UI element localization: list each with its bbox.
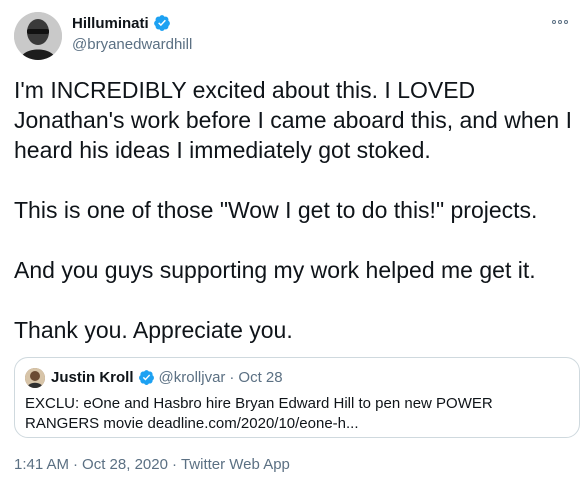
tweet-time[interactable]: 1:41 AM (14, 456, 69, 473)
verified-badge-icon (153, 15, 170, 31)
tweet-footer: 1:41 AM · Oct 28, 2020 · Twitter Web App (14, 456, 290, 473)
quoted-handle: @krolljvar (158, 369, 226, 386)
more-dot-icon (564, 20, 568, 24)
verified-badge-icon (138, 370, 154, 385)
avatar-portrait-icon (14, 12, 62, 60)
author-name-row[interactable]: Hilluminati (72, 14, 171, 32)
tweet-date[interactable]: Oct 28, 2020 (82, 456, 168, 473)
quoted-tweet-card[interactable]: Justin Kroll @krolljvar · Oct 28 EXCLU: … (14, 357, 580, 438)
quoted-text: EXCLU: eOne and Hasbro hire Bryan Edward… (25, 395, 493, 432)
quoted-separator: · (229, 369, 235, 386)
quoted-header: Justin Kroll @krolljvar · Oct 28 (51, 369, 283, 386)
quoted-date: Oct 28 (238, 369, 283, 386)
quoted-display-name: Justin Kroll (51, 369, 134, 386)
tweet-paragraph: I'm INCREDIBLY excited about this. I LOV… (14, 77, 572, 163)
tweet-source[interactable]: Twitter Web App (181, 456, 290, 473)
tweet-paragraph: And you guys supporting my work helped m… (14, 257, 536, 283)
quoted-author-avatar (25, 368, 45, 388)
author-display-name[interactable]: Hilluminati (72, 15, 149, 32)
more-dot-icon (552, 20, 556, 24)
author-avatar[interactable] (14, 12, 62, 60)
more-options-button[interactable] (550, 12, 570, 32)
author-handle[interactable]: @bryanedwardhill (72, 36, 192, 53)
more-dot-icon (558, 20, 562, 24)
tweet-paragraph: This is one of those "Wow I get to do th… (14, 197, 538, 223)
footer-separator: · (73, 456, 79, 473)
tweet-paragraph: Thank you. Appreciate you. (14, 317, 293, 343)
footer-separator: · (171, 456, 177, 473)
quoted-avatar-portrait-icon (25, 368, 45, 388)
tweet-text: I'm INCREDIBLY excited about this. I LOV… (14, 75, 574, 345)
